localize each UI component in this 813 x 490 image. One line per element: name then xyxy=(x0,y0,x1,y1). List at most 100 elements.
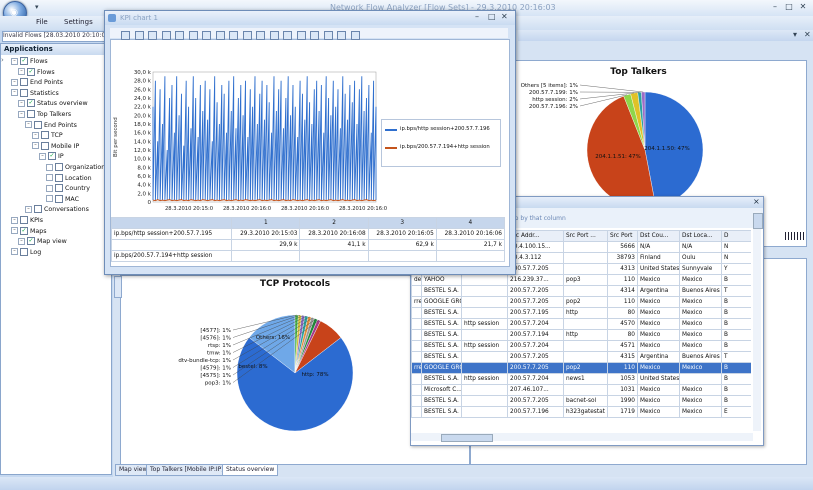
expand-toggle-icon[interactable] xyxy=(46,184,53,192)
sidebar-item[interactable]: – Top Talkers xyxy=(18,110,71,120)
table-row[interactable]: BESTEL S.A. ... 200.57.7.196h323gatestat1… xyxy=(411,406,751,418)
refresh-icon[interactable] xyxy=(256,31,265,40)
menu-file[interactable]: File xyxy=(36,18,48,26)
copy-icon[interactable] xyxy=(161,31,171,40)
panel-close-icon[interactable]: ✕ xyxy=(804,30,811,39)
expand-toggle-icon[interactable]: – xyxy=(11,216,18,224)
checkbox[interactable] xyxy=(20,78,28,87)
checkbox[interactable] xyxy=(41,141,49,150)
open-icon[interactable] xyxy=(121,31,130,40)
sidebar-item[interactable]: – Log xyxy=(11,247,41,258)
expand-toggle-icon[interactable]: – xyxy=(11,248,18,256)
legend-icon[interactable] xyxy=(269,31,279,40)
expand-toggle-icon[interactable]: – xyxy=(32,142,39,150)
checkbox[interactable] xyxy=(55,184,63,193)
table-icon[interactable] xyxy=(296,31,306,40)
sidebar-item[interactable]: – ✓ Flows xyxy=(18,67,55,78)
checkbox[interactable]: ✓ xyxy=(27,67,35,76)
save-icon[interactable] xyxy=(134,31,144,40)
tab-top-talkers[interactable]: Top Talkers [Mobile IP:IP] xyxy=(146,464,228,476)
table-row[interactable]: BESTEL S.A. ...200.57.7.195http80MexicoM… xyxy=(411,307,751,319)
table-row[interactable]: BESTEL S.A. ...200.57.7.194http80MexicoM… xyxy=(411,329,751,341)
tool-icon[interactable] xyxy=(337,31,346,40)
expand-toggle-icon[interactable] xyxy=(46,163,53,171)
expand-toggle-icon[interactable]: – xyxy=(11,57,18,65)
redo-icon[interactable] xyxy=(242,31,252,40)
table-row[interactable]: BESTEL S.A. ... 200.57.7.205 4315Argentina… xyxy=(411,351,751,363)
minimize-icon[interactable]: – xyxy=(770,2,780,12)
tab-status-overview[interactable]: Status overview xyxy=(222,464,279,476)
expand-toggle-icon[interactable]: – xyxy=(25,205,32,213)
zoom-icon[interactable] xyxy=(202,31,211,40)
expand-toggle-icon[interactable] xyxy=(46,195,53,203)
sidebar-item[interactable]: – ✓ Status overview xyxy=(18,99,88,109)
checkbox[interactable] xyxy=(41,131,49,140)
chart-type-icon[interactable] xyxy=(175,31,184,40)
table-row[interactable]: BESTEL S.A. ...http session200.57.7.204 4… xyxy=(411,340,751,352)
expand-arrow-icon[interactable]: › xyxy=(1,56,11,64)
expand-toggle-icon[interactable]: – xyxy=(11,78,18,86)
expand-toggle-icon[interactable]: – xyxy=(18,68,25,76)
expand-toggle-icon[interactable]: – xyxy=(18,110,25,118)
flows-column-header[interactable]: Src Port ... xyxy=(563,230,608,242)
checkbox[interactable] xyxy=(20,216,28,224)
undo-icon[interactable] xyxy=(229,31,238,40)
pin-icon[interactable] xyxy=(350,31,360,40)
checkbox[interactable]: ✓ xyxy=(27,237,35,246)
checkbox[interactable]: ✓ xyxy=(48,152,56,161)
scroll-thumb[interactable] xyxy=(753,213,763,229)
checkbox[interactable] xyxy=(27,110,35,118)
table-row[interactable]: BESTEL S.A. ...http session200.57.7.204n… xyxy=(411,373,751,385)
checkbox[interactable] xyxy=(55,194,63,203)
sidebar-item[interactable]: – ✓ Flows xyxy=(11,57,48,67)
vertical-scrollbar[interactable] xyxy=(753,211,763,431)
properties-icon[interactable] xyxy=(323,31,333,40)
checkbox[interactable]: ✓ xyxy=(20,57,28,65)
sidebar-item[interactable]: – ✓ Map view xyxy=(18,237,67,247)
expand-toggle-icon[interactable]: – xyxy=(11,89,18,97)
sidebar-item[interactable]: – Mobile IP xyxy=(32,141,79,152)
expand-toggle-icon[interactable] xyxy=(46,174,53,182)
checkbox[interactable] xyxy=(20,88,28,97)
h-scroll-thumb[interactable] xyxy=(441,434,493,442)
sidebar-item[interactable]: MAC xyxy=(46,194,79,205)
expand-toggle-icon[interactable]: – xyxy=(18,237,25,245)
sidebar-item[interactable]: – Conversations xyxy=(25,205,89,215)
flows-column-header[interactable]: Src Port xyxy=(607,230,638,242)
expand-toggle-icon[interactable]: – xyxy=(32,131,39,139)
checkbox[interactable] xyxy=(34,205,42,214)
checkbox[interactable]: ✓ xyxy=(20,226,28,235)
expand-toggle-icon[interactable]: – xyxy=(11,227,18,235)
table-row[interactable]: rresGOOGLE GRO...200.57.7.205pop2110Mexi… xyxy=(411,362,751,374)
flows-column-header[interactable]: D xyxy=(721,230,751,242)
sidebar-item[interactable]: Country xyxy=(46,184,90,194)
quick-access-dropdown-icon[interactable]: ▾ xyxy=(35,3,39,11)
close-icon[interactable]: ✕ xyxy=(798,2,808,12)
checkbox[interactable] xyxy=(55,163,63,171)
table-row[interactable]: BESTEL S.A. ...http session200.57.7.204 4… xyxy=(411,318,751,330)
sidebar-item[interactable]: – ✓ IP xyxy=(39,152,64,162)
expand-toggle-icon[interactable]: – xyxy=(25,121,32,129)
sidebar-item[interactable]: Location xyxy=(46,173,92,184)
expand-toggle-icon[interactable]: – xyxy=(39,152,46,160)
horizontal-scrollbar[interactable] xyxy=(411,433,753,442)
sidebar-item[interactable]: – Statistics xyxy=(11,88,59,99)
expand-toggle-icon[interactable]: – xyxy=(18,99,25,107)
table-row[interactable]: rresGOOGLE GRO...200.57.7.205pop2110Mexi… xyxy=(411,296,751,308)
table-row[interactable]: BESTEL S.A. ... 200.57.7.205bacnet-sol199… xyxy=(411,395,751,407)
table-row[interactable]: Microsoft C... 207.46.107... 1031 Mexico Mex… xyxy=(411,384,751,396)
menu-settings[interactable]: Settings xyxy=(64,18,93,26)
print-icon[interactable] xyxy=(148,31,157,40)
checkbox[interactable] xyxy=(20,247,28,256)
sidebar-item[interactable]: – KPIs xyxy=(11,216,43,226)
flows-column-header[interactable]: Dst Cou... xyxy=(637,230,680,242)
sidebar-item[interactable]: Organization xyxy=(46,163,105,173)
checkbox[interactable] xyxy=(34,120,42,129)
sidebar-item[interactable]: – ✓ Maps xyxy=(11,226,47,237)
chart-icon[interactable] xyxy=(310,31,319,40)
checkbox[interactable]: ✓ xyxy=(27,99,35,108)
pin-icon[interactable]: ▾ xyxy=(793,30,797,39)
settings-icon[interactable] xyxy=(188,31,198,40)
table-row[interactable]: BESTEL S.A. ... 200.57.7.205 4314Argentina… xyxy=(411,285,751,297)
document-tab[interactable]: Invalid Flows [28.03.2010 20:10:03] xyxy=(2,31,108,42)
